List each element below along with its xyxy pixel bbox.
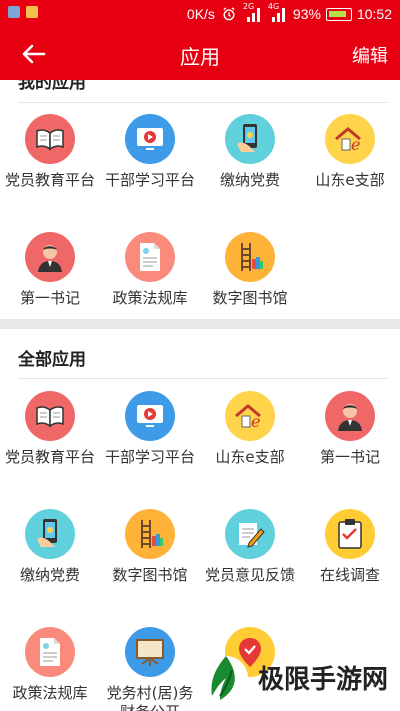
green-leaf-logo: [204, 656, 248, 700]
network-speed: 0K/s: [186, 6, 215, 22]
video-play-icon: [125, 391, 175, 441]
all_apps-app-7[interactable]: 在线调查: [300, 509, 400, 585]
my_apps-app-4[interactable]: 第一书记: [0, 232, 100, 308]
my_apps-app-label: 第一书记: [19, 289, 80, 307]
all_apps-app-label: 在线调查: [319, 566, 380, 584]
my_apps-app-2[interactable]: 缴纳党费: [200, 114, 300, 190]
section-separator: [0, 319, 400, 329]
book-icon: [25, 391, 75, 441]
page-title: 应用: [180, 45, 220, 69]
all_apps-app-label: 第一书记: [319, 448, 380, 466]
all_apps-app-6[interactable]: 党员意见反馈: [200, 509, 300, 585]
signal-2-icon: 4G: [268, 2, 288, 22]
my_apps-app-label: 党员教育平台: [4, 171, 95, 189]
all_apps-app-label: 党务村(居)务财务公开: [106, 684, 194, 711]
all_apps-app-8[interactable]: 政策法规库: [0, 627, 100, 703]
all_apps-app-9[interactable]: 党务村(居)务财务公开: [100, 627, 200, 711]
phone-payment-icon: [25, 509, 75, 559]
watermark: 极限手游网: [202, 647, 392, 707]
clipboard-check-icon: [325, 509, 375, 559]
all_apps-app-4[interactable]: 缴纳党费: [0, 509, 100, 585]
my_apps-app-label: 干部学习平台: [104, 171, 195, 189]
bookshelf-ladder-icon: [225, 232, 275, 282]
svg-text:e: e: [351, 135, 360, 153]
clock-time: 10:52: [356, 6, 392, 22]
my_apps-app-1[interactable]: 干部学习平台: [100, 114, 200, 190]
my_apps-app-label: 缴纳党费: [219, 171, 280, 189]
person-icon: [25, 232, 75, 282]
bookshelf-ladder-icon: [125, 509, 175, 559]
signal-1-label: 2G: [242, 2, 255, 11]
all_apps-app-2[interactable]: e 山东e支部: [200, 391, 300, 467]
signal-1-icon: 2G: [243, 2, 263, 22]
my_apps-app-label: 政策法规库: [112, 289, 188, 307]
battery-percent: 93%: [292, 6, 321, 22]
my_apps-app-3[interactable]: e 山东e支部: [300, 114, 400, 190]
apps-content[interactable]: 我的应用 党员教育平台 干部学习平台 缴纳党费 e 山东e支部 第一书记 政策法规库 数字图书…: [0, 80, 400, 711]
all_apps-app-label: 党员教育平台: [4, 448, 95, 466]
presentation-board-icon: [125, 627, 175, 677]
my-apps-section-title: 我的应用: [18, 80, 86, 93]
all_apps-app-label: 数字图书馆: [112, 566, 188, 584]
app-header: 应用 编辑: [0, 28, 400, 80]
download-notification-icon: [26, 6, 38, 18]
svg-text:e: e: [251, 412, 260, 430]
all_apps-app-label: 干部学习平台: [104, 448, 195, 466]
alarm-clock-icon: [223, 7, 235, 21]
gallery-notification-icon: [8, 6, 20, 18]
all_apps-app-label: 党员意见反馈: [204, 566, 295, 584]
phone-payment-icon: [225, 114, 275, 164]
all_apps-app-5[interactable]: 数字图书馆: [100, 509, 200, 585]
book-icon: [25, 114, 75, 164]
edit-button[interactable]: 编辑: [352, 42, 388, 68]
all-apps-divider: [18, 378, 388, 379]
all_apps-app-3[interactable]: 第一书记: [300, 391, 400, 467]
pencil-paper-icon: [225, 509, 275, 559]
house-e-icon: e: [225, 391, 275, 441]
my_apps-app-0[interactable]: 党员教育平台: [0, 114, 100, 190]
my_apps-app-label: 山东e支部: [315, 171, 385, 189]
all_apps-app-0[interactable]: 党员教育平台: [0, 391, 100, 467]
all-apps-section-title: 全部应用: [18, 350, 86, 370]
house-e-icon: e: [325, 114, 375, 164]
all_apps-app-label: 缴纳党费: [19, 566, 80, 584]
video-play-icon: [125, 114, 175, 164]
my-apps-divider: [18, 102, 388, 103]
document-icon: [25, 627, 75, 677]
battery-icon: [325, 7, 352, 21]
my_apps-app-6[interactable]: 数字图书馆: [200, 232, 300, 308]
all_apps-app-label: 政策法规库: [12, 684, 88, 702]
all_apps-app-label: 山东e支部: [215, 448, 285, 466]
watermark-text: 极限手游网: [258, 664, 389, 695]
signal-2-label: 4G: [267, 2, 280, 11]
status-bar: 0K/s 2G 4G 93% 10:52: [0, 0, 400, 28]
all_apps-app-1[interactable]: 干部学习平台: [100, 391, 200, 467]
document-icon: [125, 232, 175, 282]
my_apps-app-5[interactable]: 政策法规库: [100, 232, 200, 308]
person-icon: [325, 391, 375, 441]
my_apps-app-label: 数字图书馆: [212, 289, 288, 307]
